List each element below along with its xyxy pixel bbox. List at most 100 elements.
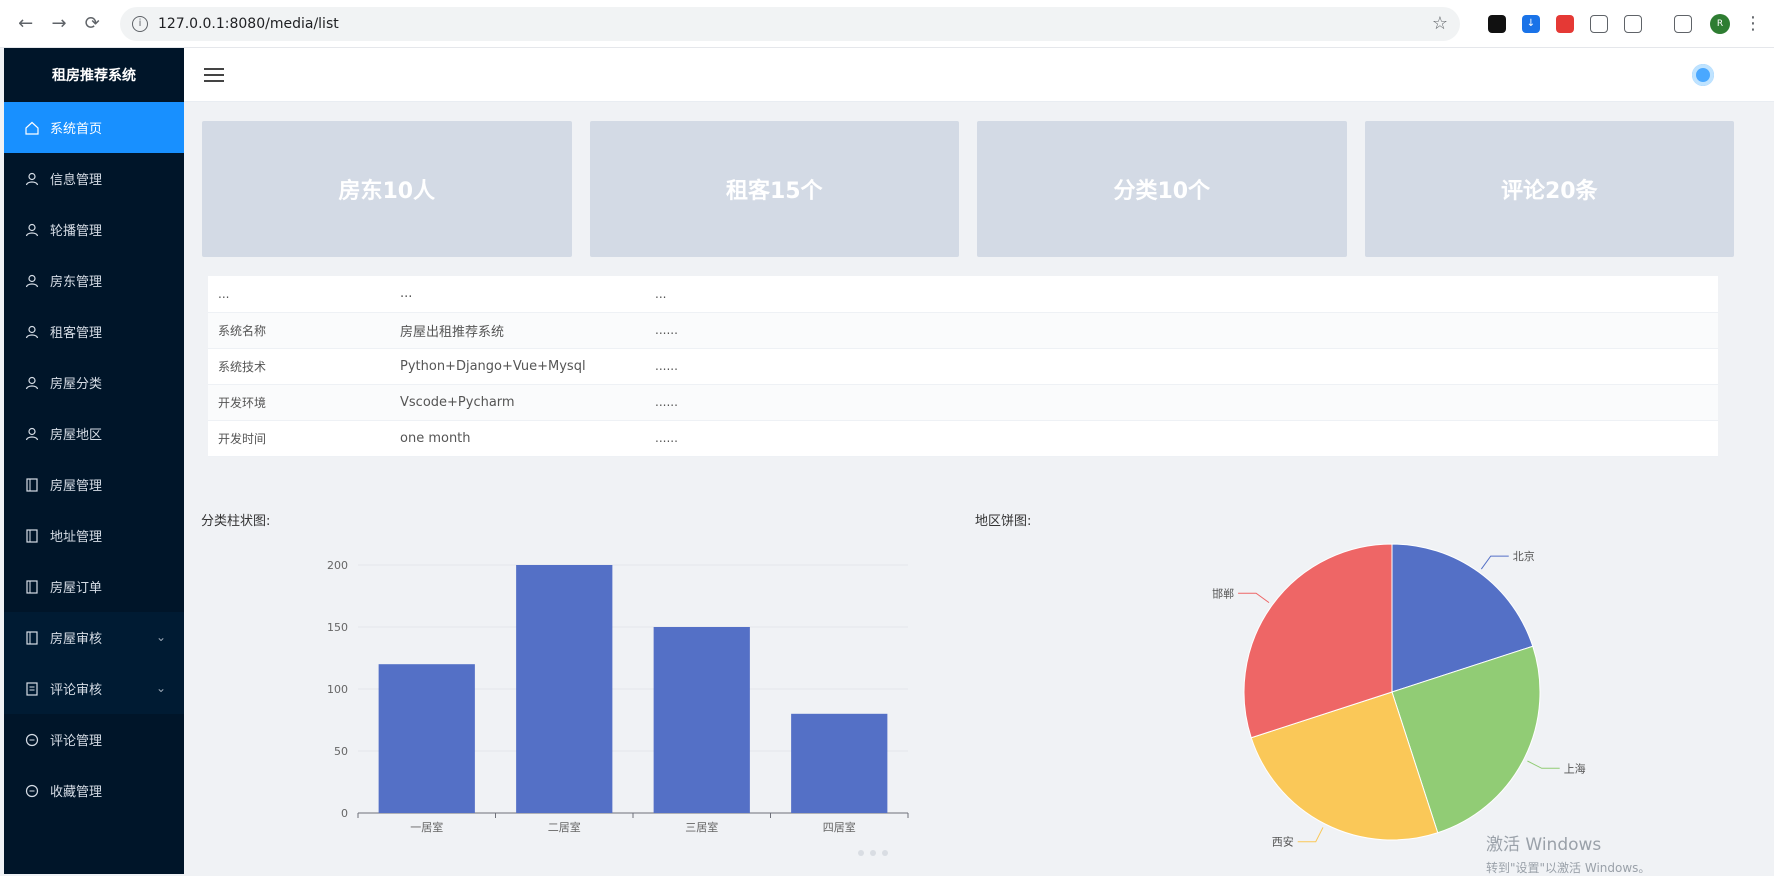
- pie-label-line: [1297, 827, 1324, 843]
- address-bar[interactable]: i 127.0.0.1:8080/media/list ☆: [119, 6, 1460, 41]
- stat-card-categories: 分类10个: [977, 121, 1347, 257]
- user-icon: [24, 171, 40, 187]
- menu-dots-icon[interactable]: ⋮: [1744, 13, 1762, 34]
- chevron-down-icon: ⌄: [155, 681, 166, 695]
- menu-toggle-icon[interactable]: [204, 67, 224, 82]
- sidebar: 租房推荐系统 系统首页信息管理轮播管理房东管理租客管理房屋分类房屋地区房屋管理地…: [4, 48, 184, 874]
- sidebar-item-label: 房屋审核: [50, 632, 103, 647]
- sidebar-item[interactable]: 收藏管理: [4, 765, 184, 816]
- sidebar-item[interactable]: 评论管理: [4, 714, 184, 765]
- site-info-icon[interactable]: i: [131, 15, 148, 32]
- y-tick-label: 100: [327, 683, 348, 696]
- chevron-down-icon: ⌄: [155, 630, 166, 644]
- browser-toolbar: ← → ⟳ i 127.0.0.1:8080/media/list ☆ ↓ R …: [0, 0, 1774, 48]
- y-tick-label: 0: [341, 807, 348, 820]
- download-extension-icon[interactable]: ↓: [1521, 14, 1540, 33]
- table-cell: Python+Django+Vue+Mysql: [390, 348, 645, 385]
- bar: [516, 565, 613, 813]
- tablet-icon: [24, 528, 40, 544]
- pie-label-line: [1527, 760, 1560, 769]
- sidebar-item-label: 信息管理: [50, 173, 103, 188]
- back-icon[interactable]: ←: [12, 10, 39, 38]
- pie-label-line: [1480, 555, 1509, 570]
- sidebar-item-label: 房屋管理: [50, 479, 103, 494]
- y-tick-label: 50: [334, 745, 348, 758]
- copy-extension-icon[interactable]: [1589, 14, 1608, 33]
- extensions-row: ↓ R ⋮: [1480, 13, 1762, 34]
- table-cell: ......: [645, 420, 1718, 457]
- sidebar-item-label: 收藏管理: [50, 785, 103, 800]
- sidebar-item[interactable]: 房屋管理: [4, 459, 184, 510]
- main-header: [184, 48, 1774, 102]
- table-cell: ...: [208, 276, 390, 313]
- extension-icon[interactable]: [1487, 14, 1506, 33]
- sidebar-item[interactable]: 租客管理: [4, 306, 184, 357]
- x-tick-label: 一居室: [410, 820, 443, 834]
- chat-icon: [24, 732, 40, 748]
- windows-watermark: 激活 Windows 转到"设置"以激活 Windows。: [1486, 830, 1650, 876]
- profile-avatar[interactable]: R: [1709, 13, 1730, 34]
- table-cell: one month: [390, 420, 645, 457]
- reload-icon[interactable]: ⟳: [79, 10, 106, 38]
- x-tick-label: 二居室: [548, 820, 581, 834]
- table-cell: 开发环境: [208, 384, 390, 421]
- sidebar-item[interactable]: 信息管理: [4, 153, 184, 204]
- app-title: 租房推荐系统: [52, 68, 136, 84]
- stat-card-comments: 评论20条: [1364, 121, 1734, 257]
- user-icon: [24, 222, 40, 238]
- pie-chart: 北京上海西安 邯郸: [1212, 543, 1586, 849]
- pie-label: 邯郸: [1212, 586, 1234, 600]
- sidebar-item[interactable]: 房东管理: [4, 255, 184, 306]
- table-row: 系统名称 房屋出租推荐系统......: [208, 312, 1718, 349]
- puzzle-icon[interactable]: [1623, 14, 1642, 33]
- y-tick-label: 150: [327, 621, 348, 634]
- sidebar-item-label: 系统首页: [50, 122, 103, 137]
- stat-card-tenants: 租客15个: [589, 121, 959, 257]
- bar-chart: 0 50 100 150 200 一居室 二居室 三居室 四居室: [327, 559, 909, 834]
- url-text: 127.0.0.1:8080/media/list: [157, 15, 339, 32]
- sidebar-item-label: 轮播管理: [50, 224, 103, 239]
- watermark-line1: 激活 Windows: [1486, 835, 1602, 855]
- table-row: 开发时间 one month......: [208, 420, 1718, 457]
- carousel-dots[interactable]: [858, 850, 888, 856]
- sidebar-item[interactable]: 房屋订单: [4, 561, 184, 612]
- tablet-icon: [24, 579, 40, 595]
- home-icon: [24, 120, 40, 136]
- sidebar-item-label: 租客管理: [50, 326, 103, 341]
- sidebar-item[interactable]: 评论审核 ⌄: [4, 663, 184, 714]
- sidebar-item[interactable]: 地址管理: [4, 510, 184, 561]
- stats-row: 房东10人 租客15个 分类10个 评论20条: [202, 121, 1734, 257]
- bar: [653, 627, 750, 813]
- bar-chart-title: 分类柱状图:: [201, 514, 271, 529]
- bookmark-star-icon[interactable]: ☆: [1432, 13, 1448, 34]
- stat-card-landlords: 房东10人: [202, 121, 572, 257]
- sidebar-item[interactable]: 房屋地区: [4, 408, 184, 459]
- x-tick-label: 四居室: [823, 820, 856, 834]
- table-cell: 系统技术: [208, 348, 390, 385]
- table-cell: ......: [645, 312, 1718, 349]
- x-tick-label: 三居室: [685, 820, 718, 834]
- sidebar-item[interactable]: 轮播管理: [4, 204, 184, 255]
- system-info-table: ......... 系统名称 房屋出租推荐系统...... 系统技术 Python+Dj…: [208, 276, 1718, 457]
- table-cell: ...: [390, 276, 645, 313]
- bar: [378, 664, 475, 813]
- pie-label-line: [1238, 592, 1270, 604]
- sidebar-item-label: 评论管理: [50, 734, 103, 749]
- chat-icon: [24, 783, 40, 799]
- user-avatar[interactable]: [1692, 64, 1714, 86]
- sidebar-item[interactable]: 房屋审核 ⌄: [4, 612, 184, 663]
- table-cell: 开发时间: [208, 420, 390, 457]
- table-row: .........: [208, 276, 1718, 313]
- pie-label: 北京: [1513, 549, 1535, 563]
- sidebar-item-label: 房屋分类: [50, 377, 103, 392]
- sidebar-item[interactable]: 房屋分类: [4, 357, 184, 408]
- sidebar-item-label: 房屋地区: [50, 428, 103, 443]
- sidepanel-icon[interactable]: [1673, 14, 1692, 33]
- tablet-icon: [24, 630, 40, 646]
- table-cell: ...: [645, 276, 1718, 313]
- table-row: 系统技术 Python+Django+Vue+Mysql......: [208, 348, 1718, 385]
- pie-label: 上海: [1564, 761, 1586, 775]
- extension-icon[interactable]: [1555, 14, 1574, 33]
- forward-icon[interactable]: →: [45, 10, 72, 38]
- sidebar-item[interactable]: 系统首页: [4, 102, 184, 153]
